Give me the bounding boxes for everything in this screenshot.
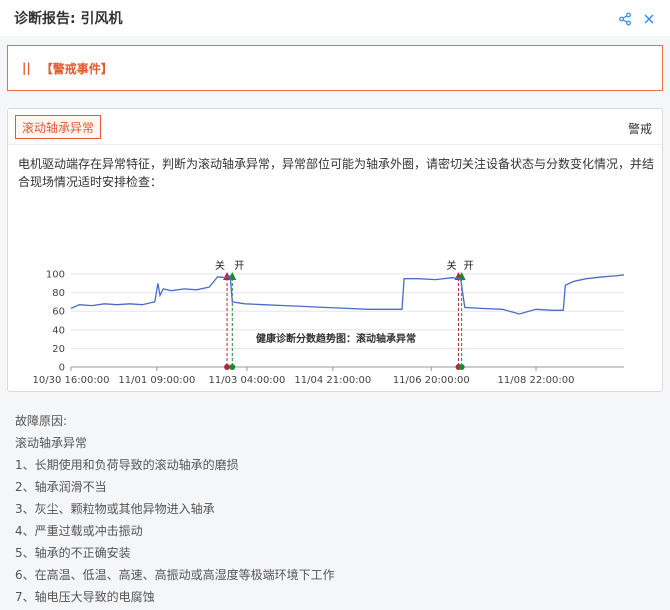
annotation-dot xyxy=(458,364,465,370)
x-tick-label: 11/01 09:00:00 xyxy=(118,375,195,386)
reasons-heading: 故障原因: xyxy=(15,414,68,428)
chart-annotations: 关开关开 xyxy=(215,259,474,370)
x-tick-label: 10/30 16:00:00 xyxy=(33,375,110,386)
chart-series xyxy=(70,274,625,315)
event-tag-row: 滚动轴承异常 警戒 xyxy=(8,109,662,145)
alert-event-banner: || 【警戒事件】 xyxy=(7,45,663,91)
y-tick-label: 60 xyxy=(52,307,65,318)
annotation-label: 关 xyxy=(447,259,457,272)
annotation-label: 开 xyxy=(234,261,244,272)
y-tick-label: 80 xyxy=(52,288,65,299)
reason-item: 7、轴电压大导致的电腐蚀 xyxy=(15,590,155,604)
reason-item: 6、在高温、低温、高速、高振动或高湿度等极端环境下工作 xyxy=(15,568,335,582)
annotation-dot xyxy=(229,364,236,370)
x-tick-label: 11/08 22:00:00 xyxy=(498,375,575,386)
x-tick-label: 11/03 04:00:00 xyxy=(208,375,285,386)
chart-y-ticks: 0 20 40 60 80 100 xyxy=(46,270,65,374)
health-score-trend-chart: 健康诊断分数趋势图：滚动轴承异常 0 20 40 60 80 100 10/30 16:0… xyxy=(33,259,625,386)
alert-event-label: 【警戒事件】 xyxy=(40,61,113,76)
reason-item: 5、轴承的不正确安装 xyxy=(15,546,131,560)
alert-bar-icon: || xyxy=(22,61,31,75)
reason-item: 滚动轴承异常 xyxy=(15,436,88,450)
fault-reasons: 故障原因: 滚动轴承异常 1、长期使用和负荷导致的滚动轴承的磨损 2、轴承润滑不… xyxy=(15,410,655,608)
y-tick-label: 40 xyxy=(52,325,65,336)
share-icon[interactable] xyxy=(618,11,632,26)
close-icon[interactable] xyxy=(642,11,656,25)
x-tick-label: 11/06 20:00:00 xyxy=(393,375,470,386)
event-card: 滚动轴承异常 警戒 电机驱动端存在异常特征，判断为滚动轴承异常，异常部位可能为轴… xyxy=(7,108,663,392)
x-tick-label: 11/04 21:00:00 xyxy=(294,375,371,386)
reason-item: 4、严重过载或冲击振动 xyxy=(15,524,143,538)
fault-tag[interactable]: 滚动轴承异常 xyxy=(15,115,102,139)
chart-title: 健康诊断分数趋势图：滚动轴承异常 xyxy=(256,332,416,345)
chart-x-ticks: 10/30 16:00:00 11/01 09:00:00 11/03 04:00:… xyxy=(33,367,575,386)
annotation-dot xyxy=(224,364,231,370)
y-tick-label: 20 xyxy=(52,344,65,355)
chart-grid xyxy=(71,273,624,368)
annotation-label: 开 xyxy=(464,261,474,272)
series-line xyxy=(70,274,625,315)
report-header: 诊断报告: 引风机 xyxy=(0,0,670,36)
page-title: 诊断报告: 引风机 xyxy=(14,11,123,27)
annotation-label: 关 xyxy=(215,259,225,272)
reason-item: 1、长期使用和负荷导致的滚动轴承的磨损 xyxy=(15,458,239,472)
reason-item: 2、轴承润滑不当 xyxy=(15,480,107,494)
reason-item: 3、灰尘、颗粒物或其他异物进入轴承 xyxy=(15,502,215,516)
alert-level: 警戒 xyxy=(627,122,652,136)
event-description: 电机驱动端存在异常特征，判断为滚动轴承异常，异常部位可能为轴承外圈，请密切关注设… xyxy=(18,157,655,189)
y-tick-label: 0 xyxy=(59,363,65,374)
header-actions xyxy=(618,11,656,26)
y-tick-label: 100 xyxy=(46,270,65,281)
